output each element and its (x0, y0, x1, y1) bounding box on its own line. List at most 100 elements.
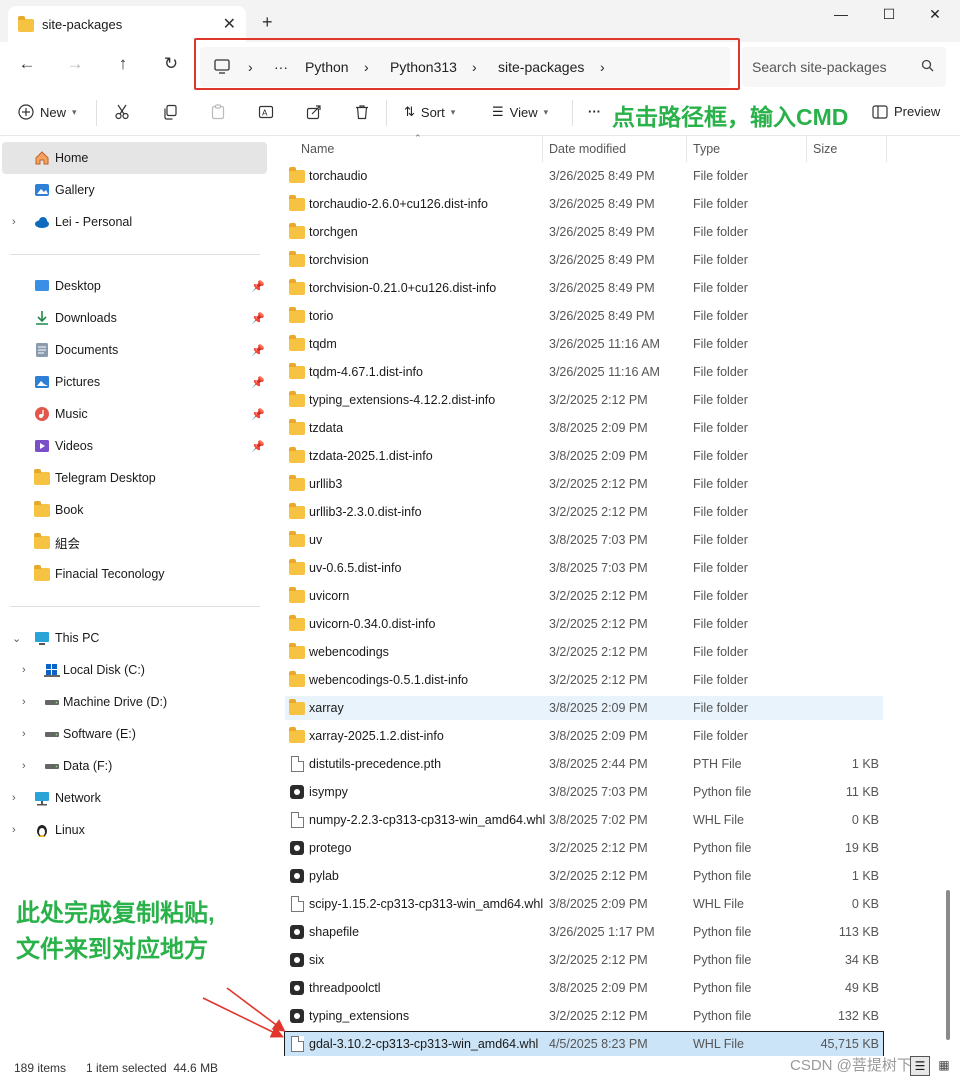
file-row[interactable]: numpy-2.2.3-cp313-cp313-win_amd64.whl 3/8… (285, 808, 883, 832)
sidebar-item-pictures[interactable]: Pictures 📌 (2, 366, 267, 398)
file-row[interactable]: shapefile 3/26/2025 1:17 PM Python file 113… (285, 920, 883, 944)
up-arrow-icon[interactable]: ↑ (110, 54, 136, 78)
column-header-name[interactable]: Name (301, 142, 334, 156)
chevron-right-icon[interactable]: › (22, 760, 26, 772)
refresh-icon[interactable]: ↻ (158, 54, 184, 78)
tiles-view-icon[interactable]: ▦ (934, 1056, 954, 1076)
file-row[interactable]: typing_extensions-4.12.2.dist-info 3/2/20… (285, 388, 883, 412)
maximize-button[interactable]: ☐ (874, 6, 904, 26)
tab-site-packages[interactable]: site-packages ✕ (8, 6, 246, 42)
file-row[interactable]: tzdata-2025.1.dist-info 3/8/2025 2:09 PM F… (285, 444, 883, 468)
details-view-icon[interactable]: ☰ (910, 1056, 930, 1076)
pin-icon[interactable]: 📌 (251, 376, 265, 389)
file-row[interactable]: distutils-precedence.pth 3/8/2025 2:44 PM… (285, 752, 883, 776)
file-row[interactable]: gdal-3.10.2-cp313-cp313-win_amd64.whl 4/5… (284, 1031, 884, 1057)
file-row[interactable]: isympy 3/8/2025 7:03 PM Python file 11 KB (285, 780, 883, 804)
file-row[interactable]: six 3/2/2025 2:12 PM Python file 34 KB (285, 948, 883, 972)
sidebar-item-data-f[interactable]: › Data (F:) (2, 750, 267, 782)
sidebar-item-this-pc[interactable]: ⌄ This PC (2, 622, 267, 654)
file-row[interactable]: scipy-1.15.2-cp313-cp313-win_amd64.whl 3/… (285, 892, 883, 916)
file-row[interactable]: urllib3 3/2/2025 2:12 PM File folder (285, 472, 883, 496)
file-row[interactable]: torchvision-0.21.0+cu126.dist-info 3/26/2… (285, 276, 883, 300)
sidebar-item-linux[interactable]: › Linux (2, 814, 267, 846)
file-row[interactable]: pylab 3/2/2025 2:12 PM Python file 1 KB (285, 864, 883, 888)
pin-icon[interactable]: 📌 (251, 344, 265, 357)
column-divider[interactable] (542, 136, 543, 162)
column-divider[interactable] (686, 136, 687, 162)
sort-button[interactable]: ⇅ Sort ▾ (404, 104, 455, 120)
pin-icon[interactable]: 📌 (251, 408, 265, 421)
view-button[interactable]: ☰ View ▾ (492, 104, 548, 120)
sidebar-item-book[interactable]: Book (2, 494, 267, 526)
pin-icon[interactable]: 📌 (251, 280, 265, 293)
file-row[interactable]: urllib3-2.3.0.dist-info 3/2/2025 2:12 PM F… (285, 500, 883, 524)
sidebar-item-music[interactable]: Music 📌 (2, 398, 267, 430)
paste-icon[interactable] (210, 104, 226, 120)
sidebar-item-downloads[interactable]: Downloads 📌 (2, 302, 267, 334)
sidebar-item-network[interactable]: › Network (2, 782, 267, 814)
copy-icon[interactable] (162, 104, 178, 120)
file-row[interactable]: torio 3/26/2025 8:49 PM File folder (285, 304, 883, 328)
search-input[interactable]: Search site-packages (742, 47, 946, 87)
new-button[interactable]: New ▾ (18, 104, 77, 120)
sidebar-item-zuhui[interactable]: 組会 (2, 526, 267, 558)
file-row[interactable]: xarray 3/8/2025 2:09 PM File folder (285, 696, 883, 720)
chevron-right-icon[interactable]: › (22, 696, 26, 708)
column-header-type[interactable]: Type (693, 142, 720, 156)
chevron-right-icon[interactable]: › (22, 728, 26, 740)
sidebar-item-finacial-teconology[interactable]: Finacial Teconology (2, 558, 267, 590)
file-row[interactable]: webencodings 3/2/2025 2:12 PM File folder (285, 640, 883, 664)
delete-icon[interactable] (354, 104, 370, 120)
file-row[interactable]: torchvision 3/26/2025 8:49 PM File folder (285, 248, 883, 272)
share-icon[interactable] (306, 104, 322, 120)
column-divider[interactable] (886, 136, 887, 162)
sidebar-item-local-disk-c[interactable]: › Local Disk (C:) (2, 654, 267, 686)
close-window-button[interactable]: ✕ (920, 6, 950, 26)
sidebar-item-home[interactable]: Home (2, 142, 267, 174)
file-row[interactable]: torchaudio-2.6.0+cu126.dist-info 3/26/202… (285, 192, 883, 216)
sidebar-item-software-e[interactable]: › Software (E:) (2, 718, 267, 750)
file-row[interactable]: tqdm 3/26/2025 11:16 AM File folder (285, 332, 883, 356)
rename-icon[interactable]: A (258, 104, 274, 120)
more-options-button[interactable]: ··· (588, 104, 601, 119)
file-row[interactable]: protego 3/2/2025 2:12 PM Python file 19 KB (285, 836, 883, 860)
forward-arrow-icon[interactable]: → (62, 54, 88, 78)
file-row[interactable]: xarray-2025.1.2.dist-info 3/8/2025 2:09 P… (285, 724, 883, 748)
file-row[interactable]: tzdata 3/8/2025 2:09 PM File folder (285, 416, 883, 440)
column-header-date[interactable]: Date modified (549, 142, 626, 156)
chevron-right-icon[interactable]: › (12, 216, 16, 228)
cut-icon[interactable] (114, 104, 130, 120)
sidebar-item-videos[interactable]: Videos 📌 (2, 430, 267, 462)
tab-close-button[interactable]: ✕ (223, 14, 236, 34)
sidebar-item-documents[interactable]: Documents 📌 (2, 334, 267, 366)
file-row[interactable]: threadpoolctl 3/8/2025 2:09 PM Python file… (285, 976, 883, 1000)
new-tab-button[interactable]: + (262, 12, 273, 33)
sidebar-item-telegram-desktop[interactable]: Telegram Desktop (2, 462, 267, 494)
file-row[interactable]: uv 3/8/2025 7:03 PM File folder (285, 528, 883, 552)
file-name: distutils-precedence.pth (309, 757, 442, 771)
scrollbar-thumb[interactable] (946, 890, 950, 1040)
chevron-right-icon[interactable]: › (12, 824, 16, 836)
chevron-right-icon[interactable]: › (12, 792, 16, 804)
file-row[interactable]: torchgen 3/26/2025 8:49 PM File folder (285, 220, 883, 244)
pin-icon[interactable]: 📌 (251, 312, 265, 325)
file-row[interactable]: typing_extensions 3/2/2025 2:12 PM Python … (285, 1004, 883, 1028)
preview-button[interactable]: Preview (872, 104, 940, 119)
pin-icon[interactable]: 📌 (251, 440, 265, 453)
file-row[interactable]: uv-0.6.5.dist-info 3/8/2025 7:03 PM File f… (285, 556, 883, 580)
file-row[interactable]: webencodings-0.5.1.dist-info 3/2/2025 2:1… (285, 668, 883, 692)
file-row[interactable]: torchaudio 3/26/2025 8:49 PM File folder (285, 164, 883, 188)
sidebar-item-machine-drive-d[interactable]: › Machine Drive (D:) (2, 686, 267, 718)
column-header-size[interactable]: Size (813, 142, 837, 156)
chevron-down-icon[interactable]: ⌄ (12, 632, 21, 645)
chevron-right-icon[interactable]: › (22, 664, 26, 676)
file-row[interactable]: tqdm-4.67.1.dist-info 3/26/2025 11:16 AM F… (285, 360, 883, 384)
sidebar-item-onedrive[interactable]: › Lei - Personal (2, 206, 267, 238)
file-row[interactable]: uvicorn 3/2/2025 2:12 PM File folder (285, 584, 883, 608)
back-arrow-icon[interactable]: ← (14, 54, 40, 78)
sidebar-item-desktop[interactable]: Desktop 📌 (2, 270, 267, 302)
file-row[interactable]: uvicorn-0.34.0.dist-info 3/2/2025 2:12 PM… (285, 612, 883, 636)
column-divider[interactable] (806, 136, 807, 162)
sidebar-item-gallery[interactable]: Gallery (2, 174, 267, 206)
minimize-button[interactable]: — (826, 6, 856, 26)
